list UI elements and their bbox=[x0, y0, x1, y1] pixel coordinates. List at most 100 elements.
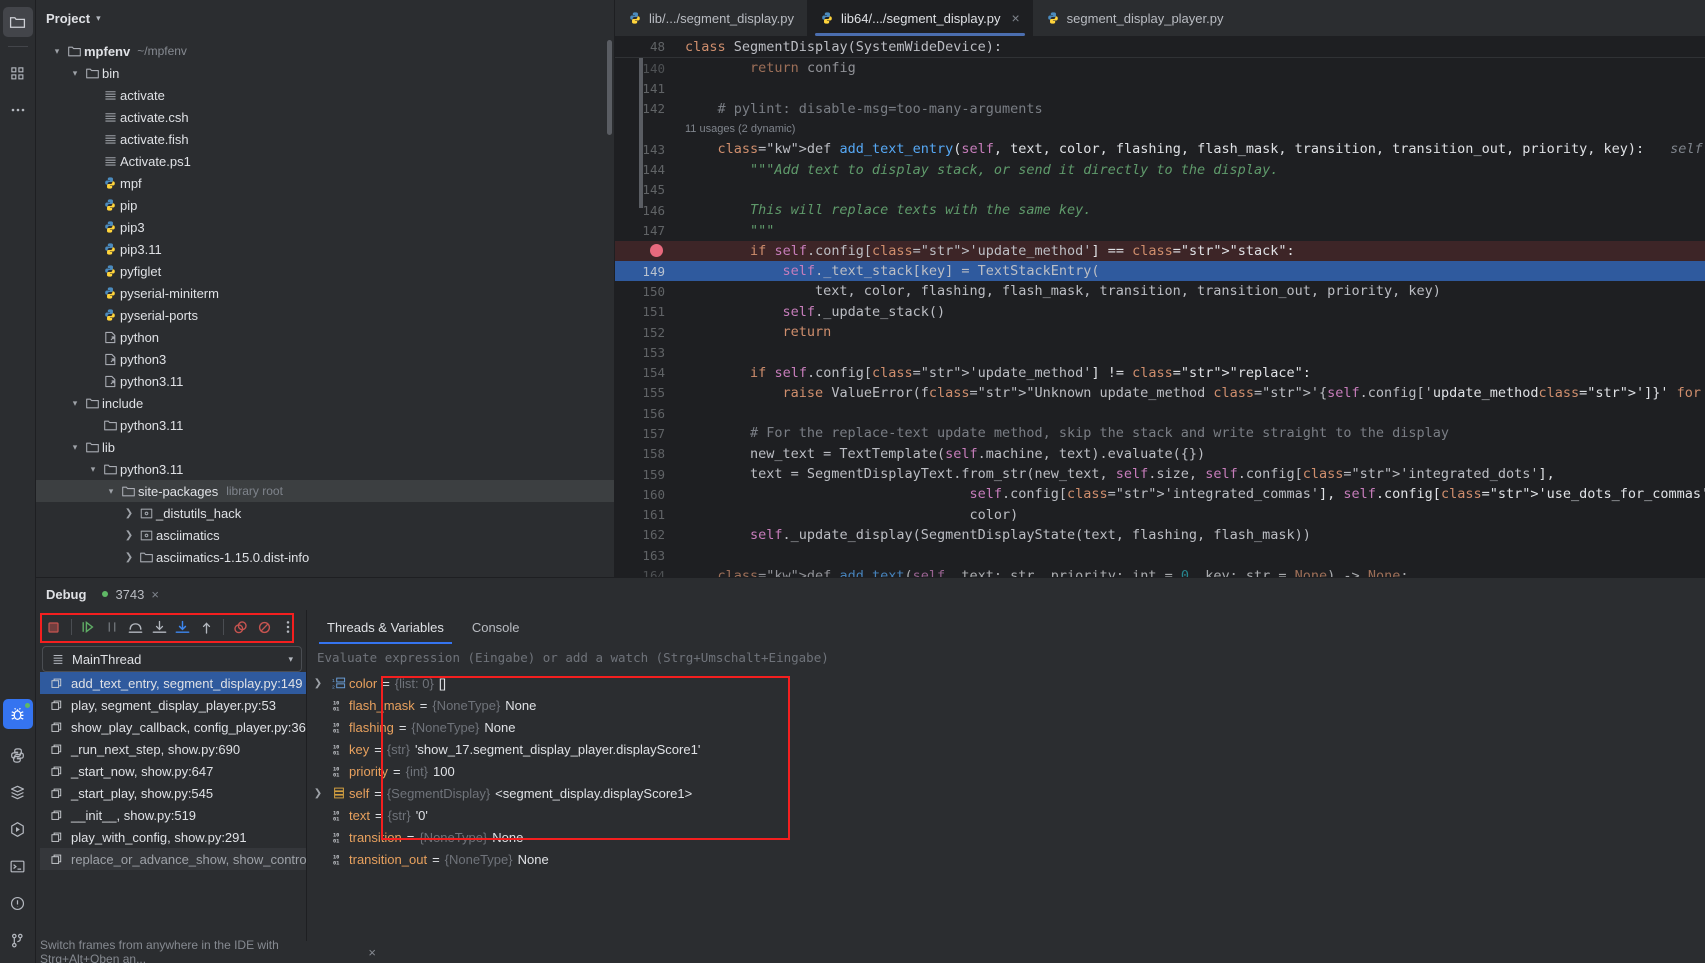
commit-icon[interactable] bbox=[3, 58, 33, 88]
chevron-down-icon[interactable]: ▾ bbox=[68, 68, 82, 79]
variable-row[interactable]: 1001key={str}'show_17.segment_display_pl… bbox=[307, 738, 1705, 760]
code-line[interactable]: 151 self._update_stack() bbox=[615, 302, 1705, 322]
editor-tab[interactable]: segment_display_player.py bbox=[1033, 0, 1237, 36]
frame-list-item[interactable]: _start_now, show.py:647 bbox=[40, 760, 306, 782]
services-icon[interactable] bbox=[3, 777, 33, 807]
code-line[interactable]: 150 text, color, flashing, flash_mask, t… bbox=[615, 281, 1705, 301]
step-into-button[interactable] bbox=[150, 616, 168, 639]
code-lines[interactable]: 140 return config141142 # pylint: disabl… bbox=[615, 58, 1705, 577]
problems-icon[interactable] bbox=[3, 888, 33, 918]
project-tree-item[interactable]: ▾site-packageslibrary root bbox=[36, 480, 614, 502]
chevron-right-icon[interactable]: ❯ bbox=[122, 552, 136, 563]
project-tree-item[interactable]: pip3.11 bbox=[36, 238, 614, 260]
code-line[interactable]: 160 self.config[class="str">'integrated_… bbox=[615, 484, 1705, 504]
code-line[interactable]: 140 return config bbox=[615, 58, 1705, 78]
code-line[interactable]: 11 usages (2 dynamic) bbox=[615, 119, 1705, 139]
debug-toolbar[interactable] bbox=[36, 610, 306, 644]
debug-session-tab[interactable]: 3743 × bbox=[102, 587, 159, 602]
project-tree-item[interactable]: ❯asciimatics bbox=[36, 524, 614, 546]
project-tree-item[interactable]: pyfiglet bbox=[36, 260, 614, 282]
editor-tabbar[interactable]: lib/.../segment_display.pylib64/.../segm… bbox=[615, 0, 1705, 36]
project-icon[interactable] bbox=[3, 7, 33, 37]
chevron-down-icon[interactable]: ▾ bbox=[50, 46, 64, 57]
frame-list-item[interactable]: show_play_callback, config_player.py:365 bbox=[40, 716, 306, 738]
chevron-down-icon[interactable]: ▾ bbox=[68, 442, 82, 453]
mute-breakpoints-button[interactable] bbox=[256, 616, 274, 639]
frame-list-item[interactable]: replace_or_advance_show, show_controller… bbox=[40, 848, 306, 870]
python-packages-icon[interactable] bbox=[3, 740, 33, 770]
code-line[interactable]: 154 if self.config[class="str">'update_m… bbox=[615, 362, 1705, 382]
debug-tab[interactable]: Threads & Variables bbox=[315, 610, 456, 644]
variable-row[interactable]: 1001priority={int}100 bbox=[307, 760, 1705, 782]
chevron-down-icon[interactable]: ▾ bbox=[96, 13, 101, 24]
code-line[interactable]: 149 self._text_stack[key] = TextStackEnt… bbox=[615, 261, 1705, 281]
code-line[interactable]: 142 # pylint: disable-msg=too-many-argum… bbox=[615, 99, 1705, 119]
variable-row[interactable]: 1001flash_mask={NoneType}None bbox=[307, 694, 1705, 716]
code-line[interactable]: 159 text = SegmentDisplayText.from_str(n… bbox=[615, 464, 1705, 484]
code-line[interactable]: if self.config[class="str">'update_metho… bbox=[615, 241, 1705, 261]
close-icon[interactable]: × bbox=[151, 587, 159, 602]
chevron-right-icon[interactable]: ❯ bbox=[307, 678, 329, 689]
code-line[interactable]: 161 color) bbox=[615, 505, 1705, 525]
code-line[interactable]: 155 raise ValueError(fclass="str">"Unkno… bbox=[615, 383, 1705, 403]
version-control-icon[interactable] bbox=[3, 925, 33, 955]
project-panel-header[interactable]: Project ▾ bbox=[36, 0, 614, 36]
frames-list[interactable]: add_text_entry, segment_display.py:149pl… bbox=[40, 672, 306, 963]
code-line[interactable]: 164 class="kw">def add_text(self, text: … bbox=[615, 565, 1705, 577]
frame-list-item[interactable]: _run_next_step, show.py:690 bbox=[40, 738, 306, 760]
step-out-button[interactable] bbox=[198, 616, 216, 639]
variable-row[interactable]: 1001transition_out={NoneType}None bbox=[307, 848, 1705, 870]
project-tree-item[interactable]: activate.csh bbox=[36, 106, 614, 128]
frame-list-item[interactable]: _start_play, show.py:545 bbox=[40, 782, 306, 804]
frame-list-item[interactable]: __init__, show.py:519 bbox=[40, 804, 306, 826]
project-tree-item[interactable]: pip bbox=[36, 194, 614, 216]
code-line[interactable]: 162 self._update_display(SegmentDisplayS… bbox=[615, 525, 1705, 545]
variable-row[interactable]: 1001text={str}'0' bbox=[307, 804, 1705, 826]
code-line[interactable]: 145 bbox=[615, 180, 1705, 200]
more-tool-windows-icon[interactable] bbox=[3, 95, 33, 125]
project-tree-item[interactable]: ▾mpfenv~/mpfenv bbox=[36, 40, 614, 62]
variable-row[interactable]: 1001transition={NoneType}None bbox=[307, 826, 1705, 848]
chevron-right-icon[interactable]: ❯ bbox=[122, 530, 136, 541]
breakpoint-icon[interactable] bbox=[615, 244, 675, 257]
project-tree-item[interactable]: python bbox=[36, 326, 614, 348]
close-icon[interactable]: × bbox=[368, 945, 376, 960]
project-tree-item[interactable]: pyserial-ports bbox=[36, 304, 614, 326]
frame-list-item[interactable]: play_with_config, show.py:291 bbox=[40, 826, 306, 848]
chevron-down-icon[interactable]: ▾ bbox=[288, 654, 293, 665]
project-tree-item[interactable]: activate.fish bbox=[36, 128, 614, 150]
editor-tab[interactable]: lib64/.../segment_display.py× bbox=[807, 0, 1033, 36]
debug-tabs[interactable]: Threads & VariablesConsole bbox=[307, 610, 1705, 644]
code-line[interactable]: 141 bbox=[615, 78, 1705, 98]
run-icon[interactable] bbox=[3, 814, 33, 844]
close-icon[interactable]: × bbox=[1011, 10, 1019, 26]
variables-list[interactable]: ❯12color={list: 0}[]1001flash_mask={None… bbox=[307, 670, 1705, 963]
project-tree-item[interactable]: ▾include bbox=[36, 392, 614, 414]
code-line[interactable]: 153 bbox=[615, 342, 1705, 362]
chevron-down-icon[interactable]: ▾ bbox=[86, 464, 100, 475]
thread-selector[interactable]: MainThread ▾ bbox=[42, 646, 302, 672]
resume-program-button[interactable] bbox=[79, 616, 97, 639]
project-tree-item[interactable]: pip3 bbox=[36, 216, 614, 238]
project-tree-item[interactable]: Activate.ps1 bbox=[36, 150, 614, 172]
chevron-right-icon[interactable]: ❯ bbox=[122, 508, 136, 519]
project-tree-item[interactable]: python3 bbox=[36, 348, 614, 370]
project-scrollbar[interactable] bbox=[607, 40, 612, 135]
code-line[interactable]: 157 # For the replace-text update method… bbox=[615, 423, 1705, 443]
project-tree-item[interactable]: activate bbox=[36, 84, 614, 106]
frame-list-item[interactable]: add_text_entry, segment_display.py:149 bbox=[40, 672, 306, 694]
project-tree-item[interactable]: ▾lib bbox=[36, 436, 614, 458]
frame-list-item[interactable]: play, segment_display_player.py:53 bbox=[40, 694, 306, 716]
project-tree[interactable]: ▾mpfenv~/mpfenv▾binactivateactivate.csha… bbox=[36, 36, 614, 577]
code-line[interactable]: 147 """ bbox=[615, 220, 1705, 240]
code-line[interactable]: 156 bbox=[615, 403, 1705, 423]
terminal-icon[interactable] bbox=[3, 851, 33, 881]
variable-row[interactable]: 1001flashing={NoneType}None bbox=[307, 716, 1705, 738]
project-tree-item[interactable]: ❯asciimatics-1.15.0.dist-info bbox=[36, 546, 614, 568]
editor-tab[interactable]: lib/.../segment_display.py bbox=[615, 0, 807, 36]
usages-inlay-hint[interactable]: 11 usages (2 dynamic) bbox=[675, 123, 795, 135]
code-line[interactable]: 146 This will replace texts with the sam… bbox=[615, 200, 1705, 220]
project-tree-item[interactable]: ▾python3.11 bbox=[36, 458, 614, 480]
project-tree-item[interactable]: pyserial-miniterm bbox=[36, 282, 614, 304]
stop-button[interactable] bbox=[45, 616, 63, 639]
